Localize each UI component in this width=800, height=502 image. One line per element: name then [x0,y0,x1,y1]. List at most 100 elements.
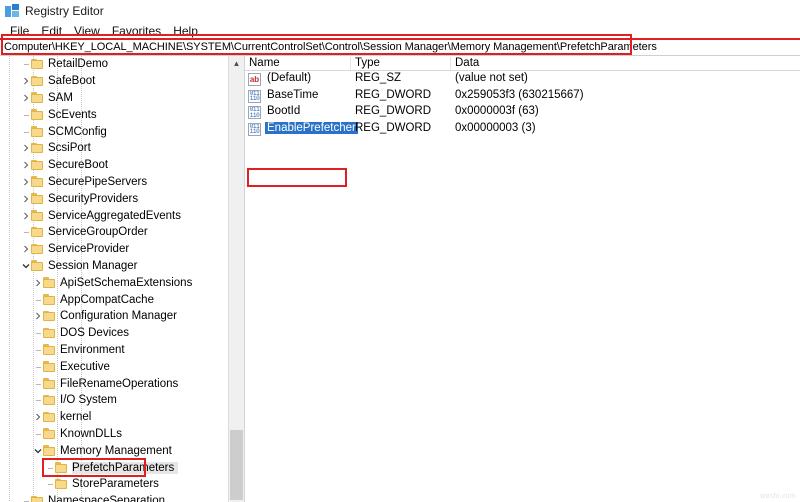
tree-item[interactable]: RetailDemo [0,56,228,73]
folder-icon [31,244,44,255]
tree-item-label: RetailDemo [48,58,112,70]
value-row[interactable]: 011110BaseTimeREG_DWORD0x259053f3 (63021… [245,88,800,105]
dword-value-icon: 011110 [248,123,261,136]
tree-item[interactable]: SafeBoot [0,73,228,90]
tree-item-label: PrefetchParameters [72,462,178,474]
tree-item[interactable]: FileRenameOperations [0,375,228,392]
chevron-right-icon[interactable] [32,409,43,425]
tree-item[interactable]: Executive [0,358,228,375]
tree-item-label: Environment [60,344,129,356]
tree-scrollbar[interactable]: ▲ [228,56,244,502]
tree-item[interactable]: KnownDLLs [0,426,228,443]
tree-item[interactable]: kernel [0,409,228,426]
tree-item[interactable]: Configuration Manager [0,308,228,325]
registry-tree-pane[interactable]: RetailDemo SafeBootSAM ScEvents SCMConfig Sc… [0,56,228,502]
tree-leaf-tick-icon [20,493,31,502]
tree-item[interactable]: Memory Management [0,442,228,459]
window-title: Registry Editor [25,4,104,18]
tree-item[interactable]: DOS Devices [0,325,228,342]
registry-editor-window: Registry Editor File Edit View Favorites… [0,0,800,502]
tree-leaf-tick-icon [20,224,31,240]
value-name-cell: BootId [267,105,300,117]
tree-item[interactable]: ScEvents [0,106,228,123]
tree-leaf-tick-icon [32,342,43,358]
column-header-data[interactable]: Data [455,57,479,69]
tree-leaf-tick-icon [20,107,31,123]
chevron-down-icon[interactable] [20,258,31,274]
folder-icon [43,344,56,355]
folder-icon [43,311,56,322]
tree-item[interactable]: SCMConfig [0,123,228,140]
column-header-type[interactable]: Type [355,57,380,69]
chevron-down-icon[interactable] [32,443,43,459]
chevron-right-icon[interactable] [32,275,43,291]
registry-tree-list: RetailDemo SafeBootSAM ScEvents SCMConfig Sc… [0,56,228,502]
tree-item[interactable]: Session Manager [0,258,228,275]
tree-item-label: ScEvents [48,109,101,121]
folder-icon [43,294,56,305]
tree-item[interactable]: SecurePipeServers [0,174,228,191]
value-row[interactable]: 011110EnablePrefetcherREG_DWORD0x0000000… [245,121,800,138]
tree-item-label: Executive [60,361,114,373]
tree-item[interactable]: ServiceAggregatedEvents [0,207,228,224]
tree-item[interactable]: NamespaceSeparation [0,493,228,502]
tree-item[interactable]: StoreParameters [0,476,228,493]
scroll-up-arrow-icon[interactable]: ▲ [229,56,244,71]
menu-item-file[interactable]: File [4,24,35,38]
tree-item[interactable]: I/O System [0,392,228,409]
value-row[interactable]: 011110BootIdREG_DWORD0x0000003f (63) [245,104,800,121]
tree-item[interactable]: ServiceGroupOrder [0,224,228,241]
tree-item[interactable]: ScsiPort [0,140,228,157]
title-bar: Registry Editor [0,0,800,22]
tree-item[interactable]: AppCompatCache [0,291,228,308]
chevron-right-icon[interactable] [20,140,31,156]
folder-icon [43,445,56,456]
menu-item-view[interactable]: View [68,24,106,38]
menu-item-favorites[interactable]: Favorites [106,24,167,38]
folder-icon [31,160,44,171]
registry-values-pane[interactable]: Name Type Data ab(Default)REG_SZ(value n… [245,56,800,502]
chevron-right-icon[interactable] [20,241,31,257]
value-row[interactable]: ab(Default)REG_SZ(value not set) [245,71,800,88]
value-type-cell: REG_DWORD [355,122,431,134]
tree-item[interactable]: SecureBoot [0,157,228,174]
tree-item-label: DOS Devices [60,327,133,339]
chevron-right-icon[interactable] [20,157,31,173]
folder-icon [31,126,44,137]
values-list: ab(Default)REG_SZ(value not set)011110Ba… [245,71,800,137]
tree-item[interactable]: ServiceProvider [0,241,228,258]
address-bar[interactable]: Computer\HKEY_LOCAL_MACHINE\SYSTEM\Curre… [0,40,800,54]
chevron-right-icon[interactable] [20,90,31,106]
value-data-cell: 0x00000003 (3) [455,122,536,134]
tree-item-label: Session Manager [48,260,142,272]
chevron-right-icon[interactable] [20,208,31,224]
tree-leaf-tick-icon [32,325,43,341]
chevron-right-icon[interactable] [20,191,31,207]
folder-icon [31,143,44,154]
registry-path-text: Computer\HKEY_LOCAL_MACHINE\SYSTEM\Curre… [4,41,657,53]
tree-leaf-tick-icon [32,426,43,442]
tree-item[interactable]: Environment [0,342,228,359]
tree-leaf-tick-icon [32,392,43,408]
value-data-cell: 0x259053f3 (630215667) [455,89,584,101]
tree-item-label: ServiceGroupOrder [48,226,152,238]
folder-icon [31,76,44,87]
tree-item-label: StoreParameters [72,478,163,490]
chevron-right-icon[interactable] [20,73,31,89]
menu-item-edit[interactable]: Edit [35,24,68,38]
chevron-right-icon[interactable] [20,174,31,190]
tree-item-label: AppCompatCache [60,294,158,306]
tree-leaf-tick-icon [32,359,43,375]
tree-item-label: SCMConfig [48,126,111,138]
folder-icon [31,193,44,204]
tree-item[interactable]: SAM [0,90,228,107]
chevron-right-icon[interactable] [32,308,43,324]
tree-item[interactable]: PrefetchParameters [0,459,228,476]
tree-item-label: Memory Management [60,445,176,457]
menu-item-help[interactable]: Help [167,24,204,38]
scrollbar-thumb[interactable] [230,430,243,500]
tree-item[interactable]: SecurityProviders [0,190,228,207]
tree-item[interactable]: ApiSetSchemaExtensions [0,274,228,291]
tree-item-label: KnownDLLs [60,428,126,440]
column-header-name[interactable]: Name [249,57,280,69]
